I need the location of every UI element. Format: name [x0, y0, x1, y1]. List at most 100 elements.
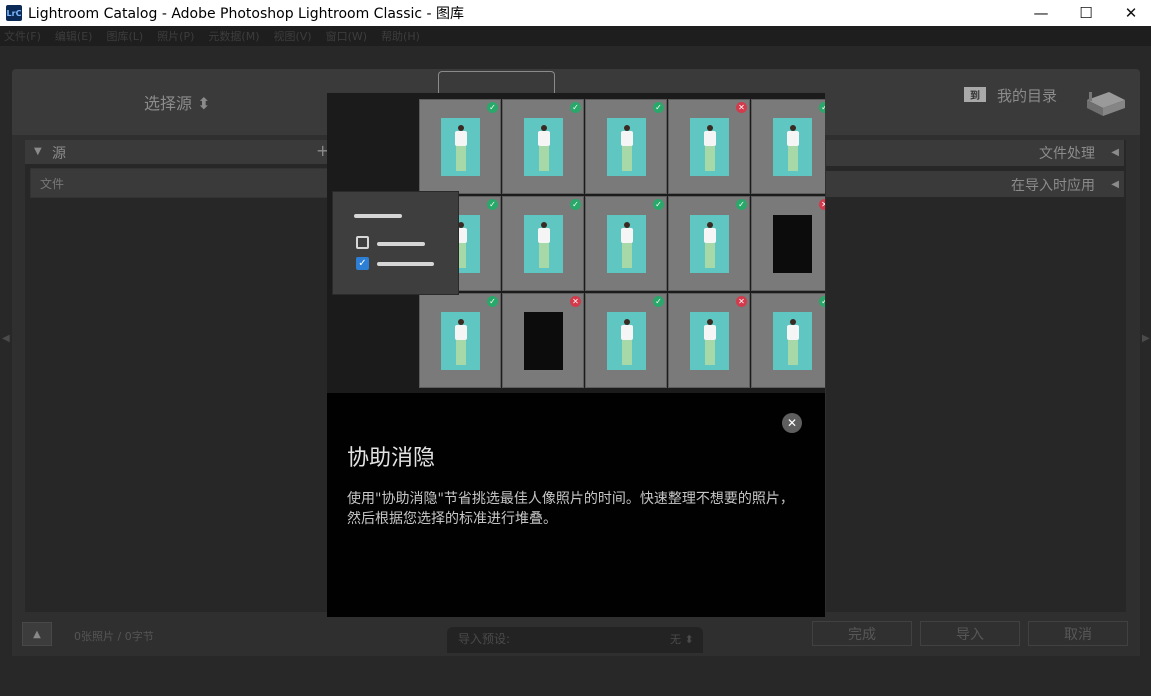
portrait-photo — [524, 215, 563, 273]
accepted-check-icon: ✓ — [736, 199, 747, 210]
files-label: 文件 — [40, 177, 65, 191]
accepted-check-icon: ✓ — [570, 199, 581, 210]
done-button[interactable]: 完成 — [812, 621, 912, 646]
portrait-photo — [690, 215, 729, 273]
person-figure — [621, 222, 633, 268]
photo-thumbnail: ✓ — [502, 99, 584, 194]
portrait-photo — [607, 312, 646, 370]
accepted-check-icon: ✓ — [653, 199, 664, 210]
filter-heading-line — [354, 214, 402, 218]
portrait-photo — [690, 312, 729, 370]
destination-icon: 到 — [964, 87, 986, 102]
person-figure — [704, 125, 716, 171]
rejected-x-icon: ✕ — [819, 199, 825, 210]
portrait-photo — [773, 118, 812, 176]
close-window-button[interactable]: ✕ — [1108, 0, 1151, 26]
accepted-check-icon: ✓ — [570, 102, 581, 113]
photo-thumbnail: ✓ — [751, 99, 825, 194]
person-figure — [538, 125, 550, 171]
person-figure — [787, 125, 799, 171]
rejected-x-icon: ✕ — [736, 102, 747, 113]
photo-count: 0张照片 / 0字节 — [74, 630, 154, 643]
portrait-photo — [441, 118, 480, 176]
photo-thumbnail: ✕ — [668, 293, 750, 388]
person-figure — [538, 222, 550, 268]
person-figure — [455, 125, 467, 171]
photo-thumbnail: ✕ — [751, 196, 825, 291]
assisted-culling-dialog: ✓ ✓ ✓ ✕ ✓ ✓ ✓ ✓ ✓ ✕ ✓ ✕ ✓ ✕ ✓ ✓ ✕ 协助消隐 使用"协助消隐"节省挑选最佳人… — [327, 93, 825, 617]
apply-during-import-label: 在导入时应用 — [1011, 178, 1095, 194]
person-figure — [455, 319, 467, 365]
lightroom-app-icon: LrC — [6, 5, 22, 21]
accepted-check-icon: ✓ — [819, 102, 825, 113]
menu-file[interactable]: 文件(F) — [4, 28, 41, 44]
accepted-check-icon: ✓ — [487, 102, 498, 113]
accepted-check-icon: ✓ — [487, 296, 498, 307]
cancel-button[interactable]: 取消 — [1028, 621, 1128, 646]
menu-help[interactable]: 帮助(H) — [381, 28, 420, 44]
menu-library[interactable]: 图库(L) — [106, 28, 143, 44]
source-panel-header[interactable] — [25, 140, 335, 164]
menu-edit[interactable]: 编辑(E) — [55, 28, 93, 44]
portrait-photo — [524, 118, 563, 176]
right-edge-arrow-icon[interactable]: ▶ — [1142, 333, 1150, 344]
menu-metadata[interactable]: 元数据(M) — [208, 28, 259, 44]
files-row[interactable] — [30, 168, 330, 198]
rejected-x-icon: ✕ — [570, 296, 581, 307]
unchecked-checkbox-icon — [356, 236, 369, 249]
portrait-photo — [607, 215, 646, 273]
menu-bar: 文件(F) 编辑(E) 图库(L) 照片(P) 元数据(M) 视图(V) 窗口(… — [0, 26, 1151, 46]
accepted-check-icon: ✓ — [653, 102, 664, 113]
dialog-title: 协助消隐 — [347, 446, 436, 471]
expand-triangle-icon[interactable]: ◀ — [1111, 147, 1119, 158]
accepted-check-icon: ✓ — [819, 296, 825, 307]
rejected-x-icon: ✕ — [736, 296, 747, 307]
window-title: Lightroom Catalog - Adobe Photoshop Ligh… — [28, 6, 465, 22]
person-figure — [621, 125, 633, 171]
photo-thumbnail: ✓ — [419, 99, 501, 194]
my-catalog-label[interactable]: 我的目录 — [997, 85, 1057, 106]
filter-option-line — [377, 242, 425, 246]
title-bar: LrC Lightroom Catalog - Adobe Photoshop … — [0, 0, 1151, 26]
menu-photo[interactable]: 照片(P) — [157, 28, 194, 44]
checked-checkbox-icon: ✓ — [356, 257, 369, 270]
import-button[interactable]: 导入 — [920, 621, 1020, 646]
portrait-photo — [524, 312, 563, 370]
drive-icon — [1087, 92, 1125, 116]
accepted-check-icon: ✓ — [653, 296, 664, 307]
maximize-button[interactable]: ☐ — [1063, 0, 1109, 26]
collapse-triangle-icon[interactable]: ▼ — [34, 146, 42, 157]
photo-thumbnail: ✓ — [585, 293, 667, 388]
file-handling-label: 文件处理 — [1039, 146, 1095, 162]
portrait-photo — [441, 312, 480, 370]
close-dialog-button[interactable]: ✕ — [782, 413, 802, 433]
expand-triangle-icon[interactable]: ◀ — [1111, 179, 1119, 190]
select-source-dropdown[interactable]: 选择源 ⬍ — [144, 90, 211, 114]
import-preset-label: 导入预设: — [458, 632, 511, 646]
photo-thumbnail: ✓ — [585, 99, 667, 194]
menu-view[interactable]: 视图(V) — [273, 28, 311, 44]
photo-thumbnail: ✕ — [668, 99, 750, 194]
menu-window[interactable]: 窗口(W) — [326, 28, 367, 44]
portrait-photo — [690, 118, 729, 176]
photo-thumbnail: ✓ — [668, 196, 750, 291]
import-preset-value[interactable]: 无 ⬍ — [670, 631, 694, 647]
accepted-check-icon: ✓ — [487, 199, 498, 210]
person-figure — [621, 319, 633, 365]
right-panel — [826, 140, 1126, 612]
minimize-button[interactable]: — — [1018, 0, 1064, 26]
photo-thumbnail: ✓ — [585, 196, 667, 291]
left-edge-arrow-icon[interactable]: ◀ — [2, 333, 10, 344]
source-panel-title: 源 — [52, 146, 66, 162]
filter-option-line — [377, 262, 434, 266]
portrait-photo — [773, 215, 812, 273]
person-figure — [704, 319, 716, 365]
photo-thumbnail: ✓ — [502, 196, 584, 291]
feature-illustration: ✓ ✓ ✓ ✕ ✓ ✓ ✓ ✓ ✓ ✕ ✓ ✕ ✓ ✕ ✓ ✓ — [327, 93, 825, 393]
portrait-photo — [607, 118, 646, 176]
photo-thumbnail: ✓ — [751, 293, 825, 388]
photo-thumbnail: ✓ — [419, 293, 501, 388]
photo-grid: ✓ ✓ ✓ ✕ ✓ ✓ ✓ ✓ ✓ ✕ ✓ ✕ ✓ ✕ ✓ — [419, 99, 825, 389]
filter-card: ✓ — [332, 191, 459, 295]
collapse-up-button[interactable]: ▲ — [22, 622, 52, 646]
